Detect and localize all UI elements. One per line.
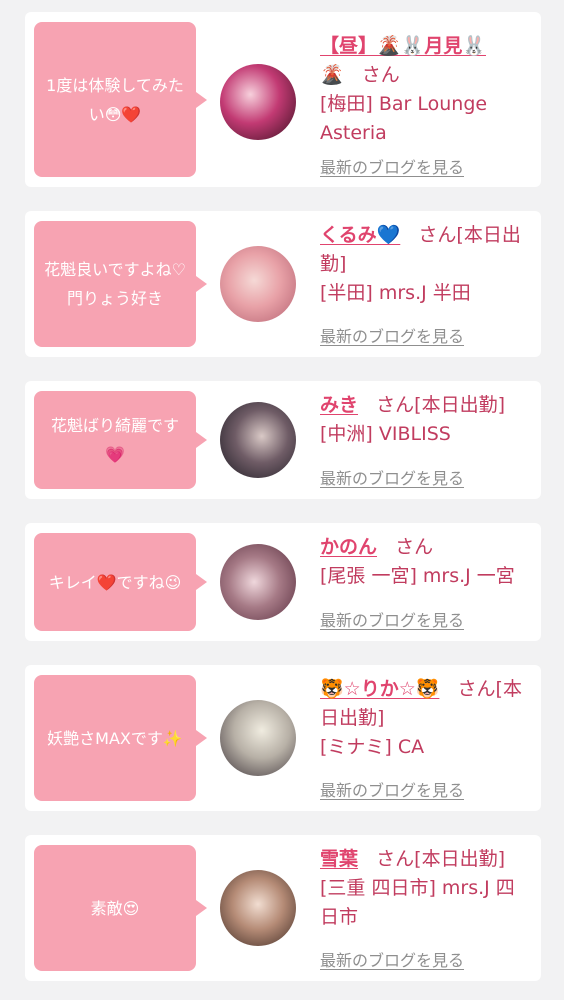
comment-text: 1度は体験してみたい😳❤️ [46,75,184,124]
comment-text: 妖艶さMAXです✨ [47,728,183,748]
latest-blog-link[interactable]: 最新のブログを見る [320,607,464,631]
comment-bubble: 妖艶さMAXです✨ [34,675,207,801]
shop-name: [中洲] VIBLISS [320,423,451,445]
avatar[interactable] [220,700,296,776]
girl-name-link[interactable]: 雪葉 [320,848,358,870]
avatar[interactable] [220,246,296,322]
comment-text: 花魁ばり綺麗です💗 [50,416,179,464]
shop-name: [ミナミ] CA [320,736,425,758]
comment-bubble: 花魁良いですよね♡門りょう好き [34,221,207,347]
san-label: さん [395,536,434,558]
attendance-status: [本日出勤] [414,394,505,416]
san-label: さん [376,848,415,870]
girl-info: みき さん[本日出勤] [中洲] VIBLISS [320,391,527,449]
san-label: さん [376,394,415,416]
san-label: さん [457,678,496,700]
latest-blog-link[interactable]: 最新のブログを見る [320,947,464,971]
comment-text: 素敵😍 [90,898,140,918]
girl-name-link[interactable]: 🐯☆りか☆🐯 [320,678,439,700]
girl-name-link[interactable]: かのん [320,536,377,558]
san-label: さん [361,64,400,86]
comment-bubble: 1度は体験してみたい😳❤️ [34,22,207,177]
comment-bubble: 素敵😍 [34,845,207,971]
latest-blog-link[interactable]: 最新のブログを見る [320,465,464,489]
girl-name-link[interactable]: みき [320,394,358,416]
avatar[interactable] [220,870,296,946]
avatar[interactable] [220,64,296,140]
girl-info: 【昼】🌋🐰月見🐰 🌋 さん [梅田] Bar Lounge Asteria [320,32,527,148]
comment-card: 1度は体験してみたい😳❤️ 【昼】🌋🐰月見🐰 🌋 さん [梅田] Bar Lou… [25,12,541,187]
girl-info: 雪葉 さん[本日出勤] [三重 四日市] mrs.J 四日市 [320,845,527,932]
comment-bubble: キレイ❤️ですね😉 [34,533,207,631]
girl-info: くるみ💙 さん[本日出勤] [半田] mrs.J 半田 [320,221,527,308]
girl-name-link[interactable]: 【昼】🌋🐰月見🐰 [320,35,486,57]
attendance-status: [本日出勤] [414,848,505,870]
san-label: さん [418,224,457,246]
girl-name-link[interactable]: くるみ💙 [320,224,400,246]
shop-name: [半田] mrs.J 半田 [320,282,471,304]
latest-blog-link[interactable]: 最新のブログを見る [320,323,464,347]
comment-card: 花魁良いですよね♡門りょう好き くるみ💙 さん[本日出勤] [半田] mrs.J… [25,211,541,357]
comment-bubble: 花魁ばり綺麗です💗 [34,391,207,489]
avatar[interactable] [220,402,296,478]
latest-blog-link[interactable]: 最新のブログを見る [320,154,464,178]
comment-card: 素敵😍 雪葉 さん[本日出勤] [三重 四日市] mrs.J 四日市 最新のブロ… [25,835,541,981]
comment-text: 花魁良いですよね♡門りょう好き [44,260,186,308]
girl-info: かのん さん [尾張 一宮] mrs.J 一宮 [320,533,527,591]
girl-name-tail: 🌋 [320,64,344,86]
comment-card: 花魁ばり綺麗です💗 みき さん[本日出勤] [中洲] VIBLISS 最新のブロ… [25,381,541,499]
comment-text: キレイ❤️ですね😉 [48,572,182,592]
latest-blog-link[interactable]: 最新のブログを見る [320,777,464,801]
girl-info: 🐯☆りか☆🐯 さん[本日出勤] [ミナミ] CA [320,675,527,762]
shop-name: [三重 四日市] mrs.J 四日市 [320,877,515,928]
avatar[interactable] [220,544,296,620]
shop-name: [梅田] Bar Lounge Asteria [320,93,488,144]
comment-card: キレイ❤️ですね😉 かのん さん [尾張 一宮] mrs.J 一宮 最新のブログ… [25,523,541,641]
comment-list: 1度は体験してみたい😳❤️ 【昼】🌋🐰月見🐰 🌋 さん [梅田] Bar Lou… [0,0,564,1000]
shop-name: [尾張 一宮] mrs.J 一宮 [320,565,515,587]
comment-card: 妖艶さMAXです✨ 🐯☆りか☆🐯 さん[本日出勤] [ミナミ] CA 最新のブロ… [25,665,541,811]
